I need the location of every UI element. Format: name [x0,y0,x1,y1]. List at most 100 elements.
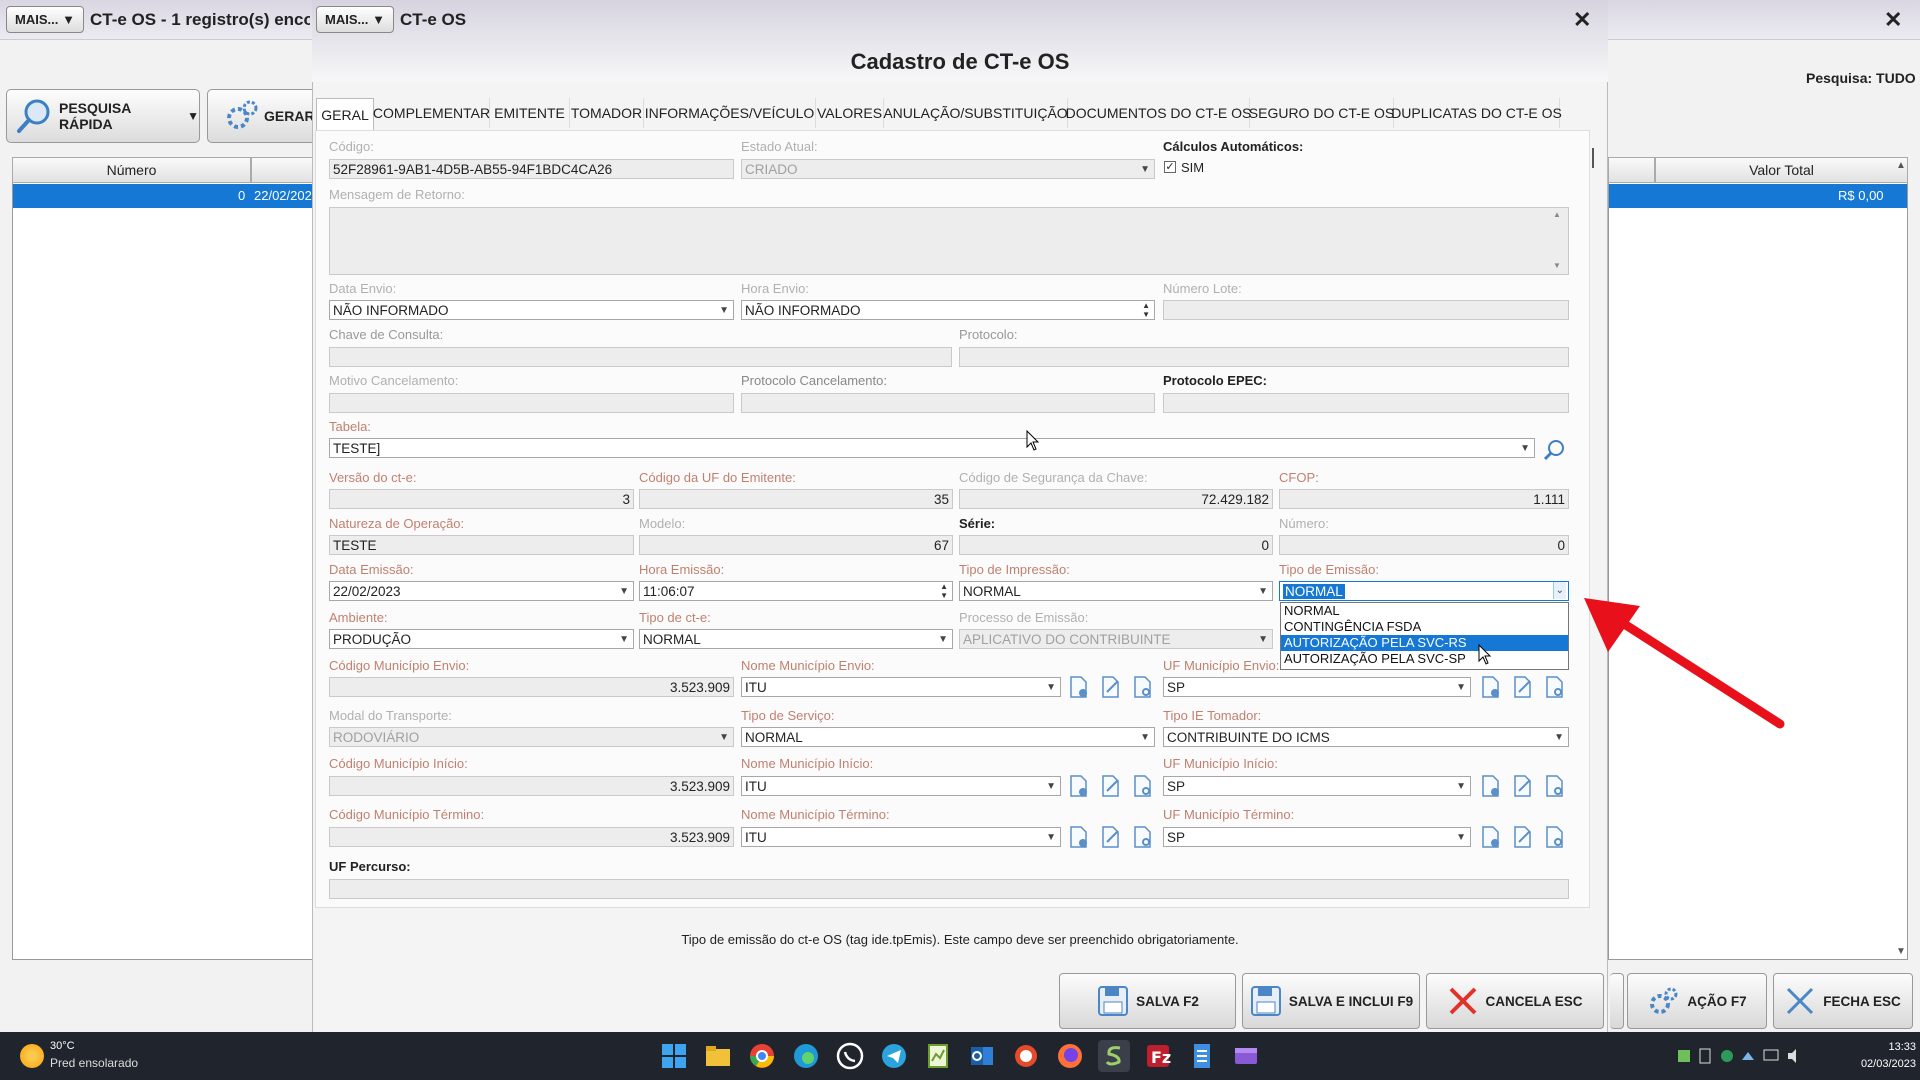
numero-field[interactable]: 0 [1279,535,1569,555]
protocolo-cancel-field[interactable] [741,393,1155,413]
protocolo-epec-field[interactable] [1163,393,1569,413]
scroll-up-icon[interactable]: ▲ [1553,210,1561,219]
background-mais-button[interactable]: MAIS... ▼ [6,6,84,33]
tab-geral[interactable]: GERAL [316,98,374,130]
acao-button[interactable]: AÇÃO F7 [1627,973,1767,1029]
dropdown-option-selected[interactable]: AUTORIZAÇÃO PELA SVC-RS [1281,635,1568,651]
tipo-servico-select[interactable]: NORMAL ▼ [741,727,1155,747]
add-document-icon[interactable] [1478,825,1502,849]
lookup-document-icon[interactable] [1542,825,1566,849]
cfop-field[interactable]: 1.111 [1279,489,1569,509]
clock-date[interactable]: 02/03/2023 [1836,1058,1916,1070]
search-icon[interactable] [1542,438,1566,462]
tipo-emissao-dropdown[interactable]: NORMAL CONTINGÊNCIA FSDA AUTORIZAÇÃO PEL… [1280,602,1569,670]
fecha-button[interactable]: FECHA ESC [1773,973,1913,1029]
edit-document-icon[interactable] [1510,825,1534,849]
dropdown-option[interactable]: AUTORIZAÇÃO PELA SVC-SP [1281,651,1568,667]
edit-document-icon[interactable] [1098,825,1122,849]
edit-document-icon[interactable] [1098,675,1122,699]
pesquisa-rapida-button[interactable]: PESQUISA RÁPIDA ▼ [6,89,200,143]
column-header-data[interactable] [251,157,314,183]
nome-mun-termino-select[interactable]: ITU ▼ [741,827,1061,847]
firefox-icon[interactable] [1054,1040,1086,1072]
edit-document-icon[interactable] [1510,675,1534,699]
windows-start-icon[interactable] [658,1040,690,1072]
modelo-field[interactable]: 67 [639,535,953,555]
numero-lote-field[interactable] [1163,300,1569,320]
calculos-checkbox[interactable]: ✓ [1164,161,1176,173]
lookup-document-icon[interactable] [1130,774,1154,798]
weather-temperature[interactable]: 30°C [50,1040,75,1052]
uf-percurso-field[interactable] [329,879,1569,899]
hora-emissao-field[interactable]: 11:06:07 ▲ ▼ [639,581,953,601]
add-document-icon[interactable] [1478,774,1502,798]
spinner-icon[interactable]: ▲ ▼ [940,582,948,600]
lookup-document-icon[interactable] [1130,675,1154,699]
tab-duplicatas[interactable]: DUPLICATAS DO CT-E OS [1391,98,1562,128]
column-header-valor-total[interactable]: Valor Total [1655,157,1908,183]
media-app-icon[interactable] [1230,1040,1262,1072]
tab-tomador[interactable]: TOMADOR [570,98,644,128]
tab-anulacao-substituicao[interactable]: ANULAÇÃO/SUBSTITUIÇÃO [883,98,1068,128]
document-app-icon[interactable] [922,1040,954,1072]
scroll-down-icon[interactable]: ▼ [1553,261,1561,270]
weather-sun-icon[interactable] [20,1044,44,1068]
chevron-down-icon[interactable]: ⌄ [1552,582,1566,599]
background-close-icon[interactable]: ✕ [1884,7,1902,33]
edge-icon[interactable] [790,1040,822,1072]
lookup-document-icon[interactable] [1542,675,1566,699]
modal-select[interactable]: RODOVIÁRIO ▼ [329,727,734,747]
tipo-ie-select[interactable]: CONTRIBUINTE DO ICMS ▼ [1163,727,1569,747]
tab-valores[interactable]: VALORES [816,98,884,128]
serie-field[interactable]: 0 [959,535,1273,555]
clock-time[interactable]: 13:33 [1876,1041,1916,1053]
nome-mun-envio-select[interactable]: ITU ▼ [741,677,1061,697]
tabela-select[interactable]: TESTE] ▼ [329,438,1535,458]
tab-emitente[interactable]: EMITENTE [490,98,570,128]
lookup-document-icon[interactable] [1130,825,1154,849]
gerar-button[interactable]: GERAR [207,89,317,143]
cod-mun-envio-field[interactable]: 3.523.909 [329,677,734,697]
tipo-impressao-select[interactable]: NORMAL ▼ [959,581,1273,601]
edit-document-icon[interactable] [1510,774,1534,798]
protocolo-field[interactable] [959,347,1569,367]
add-document-icon[interactable] [1066,825,1090,849]
cancela-button[interactable]: CANCELA ESC [1426,973,1604,1029]
scroll-up-icon[interactable]: ▲ [1896,160,1906,171]
notepad-icon[interactable] [1186,1040,1218,1072]
outlook-icon[interactable] [966,1040,998,1072]
data-envio-field[interactable]: NÃO INFORMADO ▼ [329,300,734,320]
browser-app-icon[interactable] [1010,1040,1042,1072]
ambiente-select[interactable]: PRODUÇÃO ▼ [329,629,634,649]
cod-mun-inicio-field[interactable]: 3.523.909 [329,776,734,796]
telegram-icon[interactable] [878,1040,910,1072]
weather-description[interactable]: Pred ensolarado [50,1056,138,1070]
lookup-document-icon[interactable] [1542,774,1566,798]
filezilla-icon[interactable]: Fz [1142,1040,1174,1072]
tab-documentos[interactable]: DOCUMENTOS DO CT-E OS [1066,98,1251,128]
add-document-icon[interactable] [1478,675,1502,699]
dialog-mais-button[interactable]: MAIS... ▼ [316,6,394,33]
tab-seguro[interactable]: SEGURO DO CT-E OS [1249,98,1394,128]
background-grid-left[interactable] [12,157,314,960]
spinner-icon[interactable]: ▲ ▼ [1142,301,1150,319]
dialog-close-icon[interactable]: ✕ [1573,7,1591,33]
file-explorer-icon[interactable] [702,1040,734,1072]
nome-mun-inicio-select[interactable]: ITU ▼ [741,776,1061,796]
uf-mun-termino-select[interactable]: SP ▼ [1163,827,1471,847]
dropdown-option[interactable]: NORMAL [1281,603,1568,619]
partial-button[interactable] [1610,973,1624,1029]
chave-field[interactable] [329,347,952,367]
estado-select[interactable]: CRIADO ▼ [741,159,1155,179]
tipo-emissao-select[interactable]: NORMAL ⌄ [1279,581,1569,601]
column-header-numero[interactable]: Número [12,157,251,183]
add-document-icon[interactable] [1066,774,1090,798]
background-grid-right[interactable] [1608,157,1908,960]
column-header-blank[interactable] [1608,157,1655,183]
hora-envio-field[interactable]: NÃO INFORMADO ▲ ▼ [741,300,1155,320]
whatsapp-icon[interactable] [834,1040,866,1072]
motivo-cancel-field[interactable] [329,393,734,413]
versao-field[interactable]: 3 [329,489,634,509]
scroll-down-icon[interactable]: ▼ [1896,946,1906,957]
tab-complementar[interactable]: COMPLEMENTAR [373,98,490,128]
